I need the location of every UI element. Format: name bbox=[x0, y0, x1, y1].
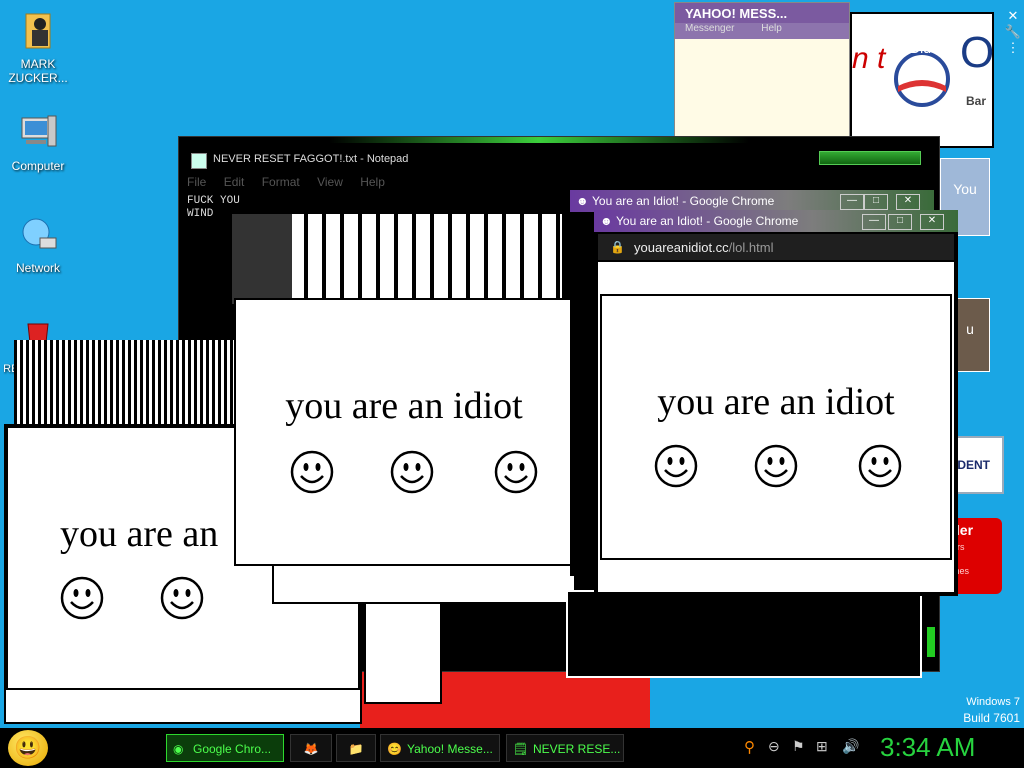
smiley-start-icon: 😃 bbox=[14, 735, 42, 760]
mailer-widget[interactable]: iler urs mes bbox=[952, 518, 1002, 594]
chrome-favicon-stack bbox=[232, 214, 292, 304]
ad-text-did: Did bbox=[910, 40, 932, 56]
taskbar: 😃 ◉ Google Chro... 🦊 📁 😊 Yahoo! Messe...… bbox=[0, 728, 1024, 768]
lock-icon: 🔒 bbox=[610, 240, 625, 254]
smiley-icon bbox=[654, 444, 698, 488]
desktop-icon-label: MARK ZUCKER... bbox=[8, 57, 68, 85]
close-button[interactable]: ✕ bbox=[920, 214, 944, 230]
notepad-scrollbar[interactable] bbox=[927, 627, 935, 657]
maximize-button[interactable]: □ bbox=[888, 214, 912, 230]
gadget-toolbar[interactable]: ✕ 🔧 ⋮ bbox=[1004, 8, 1022, 68]
mailer-subtext-2: mes bbox=[952, 566, 970, 576]
search-icon[interactable]: ⚲ bbox=[744, 738, 755, 756]
president-text: IDENT bbox=[954, 458, 990, 472]
idiot-page-front[interactable]: you are an idiot bbox=[600, 294, 952, 560]
yahoo-contact-area bbox=[675, 39, 849, 137]
idiot-window-fragment[interactable] bbox=[364, 600, 442, 704]
url-path: /lol.html bbox=[728, 240, 774, 255]
idiot-message: you are an idiot bbox=[285, 385, 523, 427]
notepad-icon: 🗒 bbox=[513, 742, 529, 756]
ad-text-bar: Bar bbox=[966, 94, 987, 108]
obama-ad-widget[interactable]: n t Did Bar O bbox=[850, 12, 994, 148]
desktop-icon-network[interactable]: Network bbox=[0, 214, 76, 275]
start-button[interactable]: 😃 bbox=[8, 730, 48, 766]
photo-widget-text: You bbox=[953, 181, 977, 197]
yahoo-menu-messenger[interactable]: Messenger bbox=[685, 23, 734, 34]
notepad-title: NEVER RESET FAGGOT!.txt - Notepad bbox=[213, 153, 409, 165]
network-tray-icon[interactable]: ⊞ bbox=[816, 738, 828, 755]
smiley-icon bbox=[60, 576, 104, 620]
notepad-glow bbox=[329, 137, 749, 143]
taskbar-button-chrome[interactable]: ◉ Google Chro... bbox=[166, 734, 284, 762]
president-widget[interactable]: IDENT bbox=[952, 436, 1004, 494]
folder-icon: 📁 bbox=[348, 742, 364, 756]
notepad-menu-bar: File Edit Format View Help bbox=[187, 175, 931, 191]
yahoo-messenger-window[interactable]: YAHOO! MESS... Messenger Help bbox=[674, 2, 850, 138]
yahoo-title: YAHOO! MESS... bbox=[675, 3, 849, 23]
windows-build-watermark: Windows 7 Build 7601 bbox=[940, 694, 1020, 726]
taskbar-button-yahoo[interactable]: 😊 Yahoo! Messe... bbox=[380, 734, 500, 762]
notepad-app-icon bbox=[191, 153, 207, 169]
mailer-subtext: urs bbox=[952, 542, 965, 552]
menu-view[interactable]: View bbox=[317, 175, 343, 189]
menu-help[interactable]: Help bbox=[360, 175, 385, 189]
close-button[interactable]: ✕ bbox=[896, 194, 920, 210]
desktop-icon-computer[interactable]: Computer bbox=[0, 112, 76, 173]
smiley-icon bbox=[390, 450, 434, 494]
idiot-message: you are an idiot bbox=[657, 381, 895, 423]
minimize-button[interactable]: — bbox=[840, 194, 864, 210]
menu-edit[interactable]: Edit bbox=[224, 175, 245, 189]
smiley-icon bbox=[858, 444, 902, 488]
notepad-line-1: FUCK YOU bbox=[187, 195, 240, 207]
maximize-button[interactable]: □ bbox=[864, 194, 888, 210]
url-host: youareanidiot.cc bbox=[634, 240, 729, 255]
clock[interactable]: 3:34 AM bbox=[880, 732, 975, 763]
smiley-icon bbox=[754, 444, 798, 488]
desktop-icon-user-folder[interactable]: MARK ZUCKER... bbox=[0, 10, 76, 85]
ad-letter-o: O bbox=[960, 28, 995, 77]
chrome-favicon-icon: ☻ bbox=[600, 214, 613, 228]
idiot-window-dark[interactable] bbox=[566, 590, 922, 678]
menu-file[interactable]: File bbox=[187, 175, 206, 189]
minimize-button[interactable]: — bbox=[862, 214, 886, 230]
desktop-icon-label: Network bbox=[15, 261, 60, 275]
url-text: youareanidiot.cc/lol.html bbox=[634, 240, 773, 255]
chrome-window-front[interactable]: You are an Idiot! - Google Chrome ☻ — □ … bbox=[594, 210, 958, 596]
wrench-icon[interactable]: 🔧 bbox=[1004, 24, 1022, 40]
watermark-line-2: Build 7601 bbox=[963, 711, 1020, 725]
ad-text-n-t: n t bbox=[852, 42, 886, 75]
idiot-window-fragment-2[interactable] bbox=[272, 560, 576, 604]
address-bar[interactable]: 🔒 youareanidiot.cc/lol.html bbox=[598, 234, 954, 260]
window-stack-edges-left bbox=[14, 340, 234, 430]
firefox-icon: 🦊 bbox=[303, 742, 319, 756]
chrome-favicon-icon: ☻ bbox=[576, 194, 589, 208]
user-folder-icon bbox=[25, 13, 51, 49]
drag-handle-icon[interactable]: ⋮ bbox=[1004, 40, 1022, 56]
desktop-icon-label: Computer bbox=[11, 159, 65, 173]
taskbar-button-explorer[interactable]: 📁 bbox=[336, 734, 376, 762]
taskbar-button-label: NEVER RESE... bbox=[533, 742, 621, 756]
window-controls[interactable] bbox=[819, 151, 921, 165]
menu-format[interactable]: Format bbox=[262, 175, 300, 189]
smiley-icon bbox=[160, 576, 204, 620]
yahoo-menu: Messenger Help bbox=[675, 23, 849, 39]
taskbar-button-firefox[interactable]: 🦊 bbox=[290, 734, 332, 762]
yahoo-icon: 😊 bbox=[387, 742, 402, 756]
mailer-text: iler bbox=[952, 522, 974, 538]
status-icon[interactable]: ⊖ bbox=[768, 738, 780, 755]
close-icon[interactable]: ✕ bbox=[1004, 8, 1022, 24]
taskbar-button-notepad[interactable]: 🗒 NEVER RESE... bbox=[506, 734, 624, 762]
network-icon bbox=[22, 218, 57, 249]
taskbar-button-label: Google Chro... bbox=[193, 742, 272, 756]
smiley-icon bbox=[494, 450, 538, 494]
yahoo-menu-help[interactable]: Help bbox=[761, 23, 782, 34]
computer-icon bbox=[21, 115, 57, 147]
volume-icon[interactable]: 🔊 bbox=[842, 738, 859, 755]
chrome-icon: ◉ bbox=[173, 742, 184, 756]
idiot-page-middle[interactable]: you are an idiot bbox=[234, 298, 574, 566]
action-center-icon[interactable]: ⚑ bbox=[792, 738, 805, 755]
taskbar-button-label: Yahoo! Messe... bbox=[407, 742, 493, 756]
watermark-line-1: Windows 7 bbox=[966, 696, 1020, 708]
smiley-icon bbox=[290, 450, 334, 494]
